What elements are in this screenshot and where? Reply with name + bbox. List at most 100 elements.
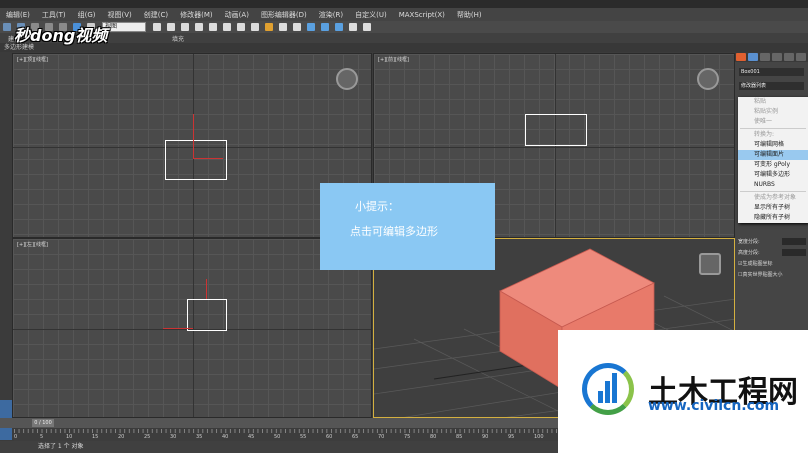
- gizmo-y: [193, 114, 194, 159]
- context-menu-item[interactable]: 可编辑面片: [738, 150, 808, 160]
- context-menu: 粘贴 粘贴实例 使唯一 转换为: 可编辑网格 可编辑面片 可变形 gPoly 可编辑多边形 NU…: [738, 97, 808, 223]
- track-bar-tick-label: 90: [482, 434, 489, 440]
- create-tab-icon[interactable]: [736, 53, 746, 61]
- tab-fill[interactable]: 填充: [164, 34, 192, 43]
- viewcube-icon[interactable]: [336, 68, 358, 90]
- box-outline[interactable]: [165, 140, 227, 180]
- motion-tab-icon[interactable]: [772, 53, 782, 61]
- status-bar: 选择了 1 个 对象: [0, 441, 560, 453]
- track-bar-tick-label: 20: [118, 434, 125, 440]
- selection-filter-dropdown[interactable]: 视图: [102, 22, 146, 32]
- box-outline[interactable]: [187, 299, 227, 331]
- context-menu-item[interactable]: 可编辑网格: [738, 140, 808, 150]
- command-panel-tabs: [735, 52, 808, 62]
- menu-item[interactable]: 工具(T): [36, 10, 72, 20]
- modify-tab-icon[interactable]: [748, 53, 758, 61]
- track-bar-labels: 0 5 10 15 20 25 30 35 40 45 50 55 60 65 70 75 80 85 90 95 10…: [14, 434, 560, 440]
- teapot-icon[interactable]: [363, 23, 371, 31]
- context-menu-item[interactable]: 可变形 gPoly: [738, 160, 808, 170]
- context-menu-item: 粘贴: [754, 98, 767, 105]
- track-bar-tick-label: 35: [196, 434, 203, 440]
- undo-icon[interactable]: [3, 23, 11, 31]
- track-bar-tick-label: 15: [92, 434, 99, 440]
- track-bar-tick-label: 95: [508, 434, 515, 440]
- time-slider-track[interactable]: 0 / 100: [0, 418, 560, 428]
- status-text: 选择了 1 个 对象: [38, 443, 84, 450]
- context-menu-item[interactable]: 可编辑多边形: [738, 170, 808, 180]
- video-logo: 秒dong视频: [14, 26, 108, 45]
- ribbon-tabs: 建模 填充: [0, 33, 808, 43]
- track-bar-tick-label: 100: [534, 434, 544, 440]
- gizmo-x: [193, 158, 223, 159]
- rotate-icon[interactable]: [167, 23, 175, 31]
- track-bar-tick-label: 30: [170, 434, 177, 440]
- viewport-label-top: [+][顶][线框]: [17, 57, 48, 63]
- menu-item[interactable]: 帮助(H): [451, 10, 488, 20]
- menu-separator: [740, 128, 806, 129]
- menu-item[interactable]: 创建(C): [138, 10, 174, 20]
- title-bar: [0, 0, 808, 8]
- track-bar-tick-label: 65: [352, 434, 359, 440]
- align-icon[interactable]: [251, 23, 259, 31]
- menu-separator: [740, 191, 806, 192]
- y-axis: [555, 54, 556, 237]
- viewcube-icon[interactable]: [697, 68, 719, 90]
- viewport-top[interactable]: [+][顶][线框]: [12, 53, 372, 238]
- render-frame-icon[interactable]: [335, 23, 343, 31]
- menu-item[interactable]: 图形编辑器(D): [255, 10, 313, 20]
- context-menu-item[interactable]: 隐藏所有子树: [738, 213, 808, 223]
- gizmo-x: [163, 328, 193, 329]
- layer-icon[interactable]: [265, 23, 273, 31]
- main-toolbar: 视图: [0, 21, 808, 33]
- angle-snap-icon[interactable]: [209, 23, 217, 31]
- gizmo-y: [206, 279, 207, 299]
- render-setup-icon[interactable]: [321, 23, 329, 31]
- menu-item[interactable]: 组(G): [72, 10, 102, 20]
- hint-box: 小提示： 点击可编辑多边形: [320, 183, 495, 270]
- render-icon[interactable]: [349, 23, 357, 31]
- schematic-icon[interactable]: [293, 23, 301, 31]
- material-editor-icon[interactable]: [307, 23, 315, 31]
- scale-icon[interactable]: [181, 23, 189, 31]
- menu-item[interactable]: 渲染(R): [313, 10, 349, 20]
- hierarchy-tab-icon[interactable]: [760, 53, 770, 61]
- percent-snap-icon[interactable]: [223, 23, 231, 31]
- context-menu-item: 转换为:: [754, 131, 775, 138]
- width-segments-field[interactable]: [782, 238, 806, 245]
- menu-item[interactable]: 自定义(U): [349, 10, 393, 20]
- track-bar-tick-label: 75: [404, 434, 411, 440]
- menu-item[interactable]: 视图(V): [102, 10, 138, 20]
- menu-bar: 编辑(E) 工具(T) 组(G) 视图(V) 创建(C) 修改器(M) 动画(A) 图形编辑器…: [0, 8, 808, 21]
- viewport-left[interactable]: [+][左][线框]: [12, 238, 372, 418]
- viewcube-icon[interactable]: [699, 253, 721, 275]
- menu-item[interactable]: 编辑(E): [0, 10, 36, 20]
- mirror-icon[interactable]: [237, 23, 245, 31]
- context-menu-item[interactable]: 显示所有子树: [738, 203, 808, 213]
- display-tab-icon[interactable]: [784, 53, 794, 61]
- menu-item[interactable]: MAXScript(X): [393, 11, 451, 19]
- menu-item[interactable]: 修改器(M): [174, 10, 219, 20]
- height-segments-field[interactable]: [782, 249, 806, 256]
- track-bar-tick-label: 85: [456, 434, 463, 440]
- track-bar-tick-label: 0: [14, 434, 18, 440]
- snap-icon[interactable]: [195, 23, 203, 31]
- context-menu-item[interactable]: NURBS: [738, 180, 808, 190]
- watermark-url: www.civilcn.com: [648, 398, 780, 414]
- curve-editor-icon[interactable]: [279, 23, 287, 31]
- gen-mapping-checkbox[interactable]: 生成贴图坐标: [742, 260, 772, 267]
- menu-item[interactable]: 动画(A): [219, 10, 255, 20]
- utilities-tab-icon[interactable]: [796, 53, 806, 61]
- move-icon[interactable]: [153, 23, 161, 31]
- object-name-field[interactable]: Box001: [739, 68, 804, 76]
- track-bar-tick-label: 40: [222, 434, 229, 440]
- hint-body: 点击可编辑多边形: [350, 225, 438, 238]
- viewport-label-front: [+][前][线框]: [378, 57, 409, 63]
- time-slider[interactable]: 0 / 100: [32, 419, 54, 427]
- ribbon-sub-label: 多边形建模: [0, 43, 808, 52]
- width-segments-label: 宽度分段:: [738, 239, 760, 245]
- modifier-list-dropdown[interactable]: 修改器列表: [739, 82, 804, 90]
- box-outline[interactable]: [525, 114, 587, 146]
- parameters-rollout: 宽度分段: 高度分段: ☑ 生成贴图坐标 ☐ 真实世界贴图大小: [738, 236, 808, 280]
- real-world-checkbox[interactable]: 真实世界贴图大小: [742, 271, 782, 278]
- viewport-label-left: [+][左][线框]: [17, 242, 48, 248]
